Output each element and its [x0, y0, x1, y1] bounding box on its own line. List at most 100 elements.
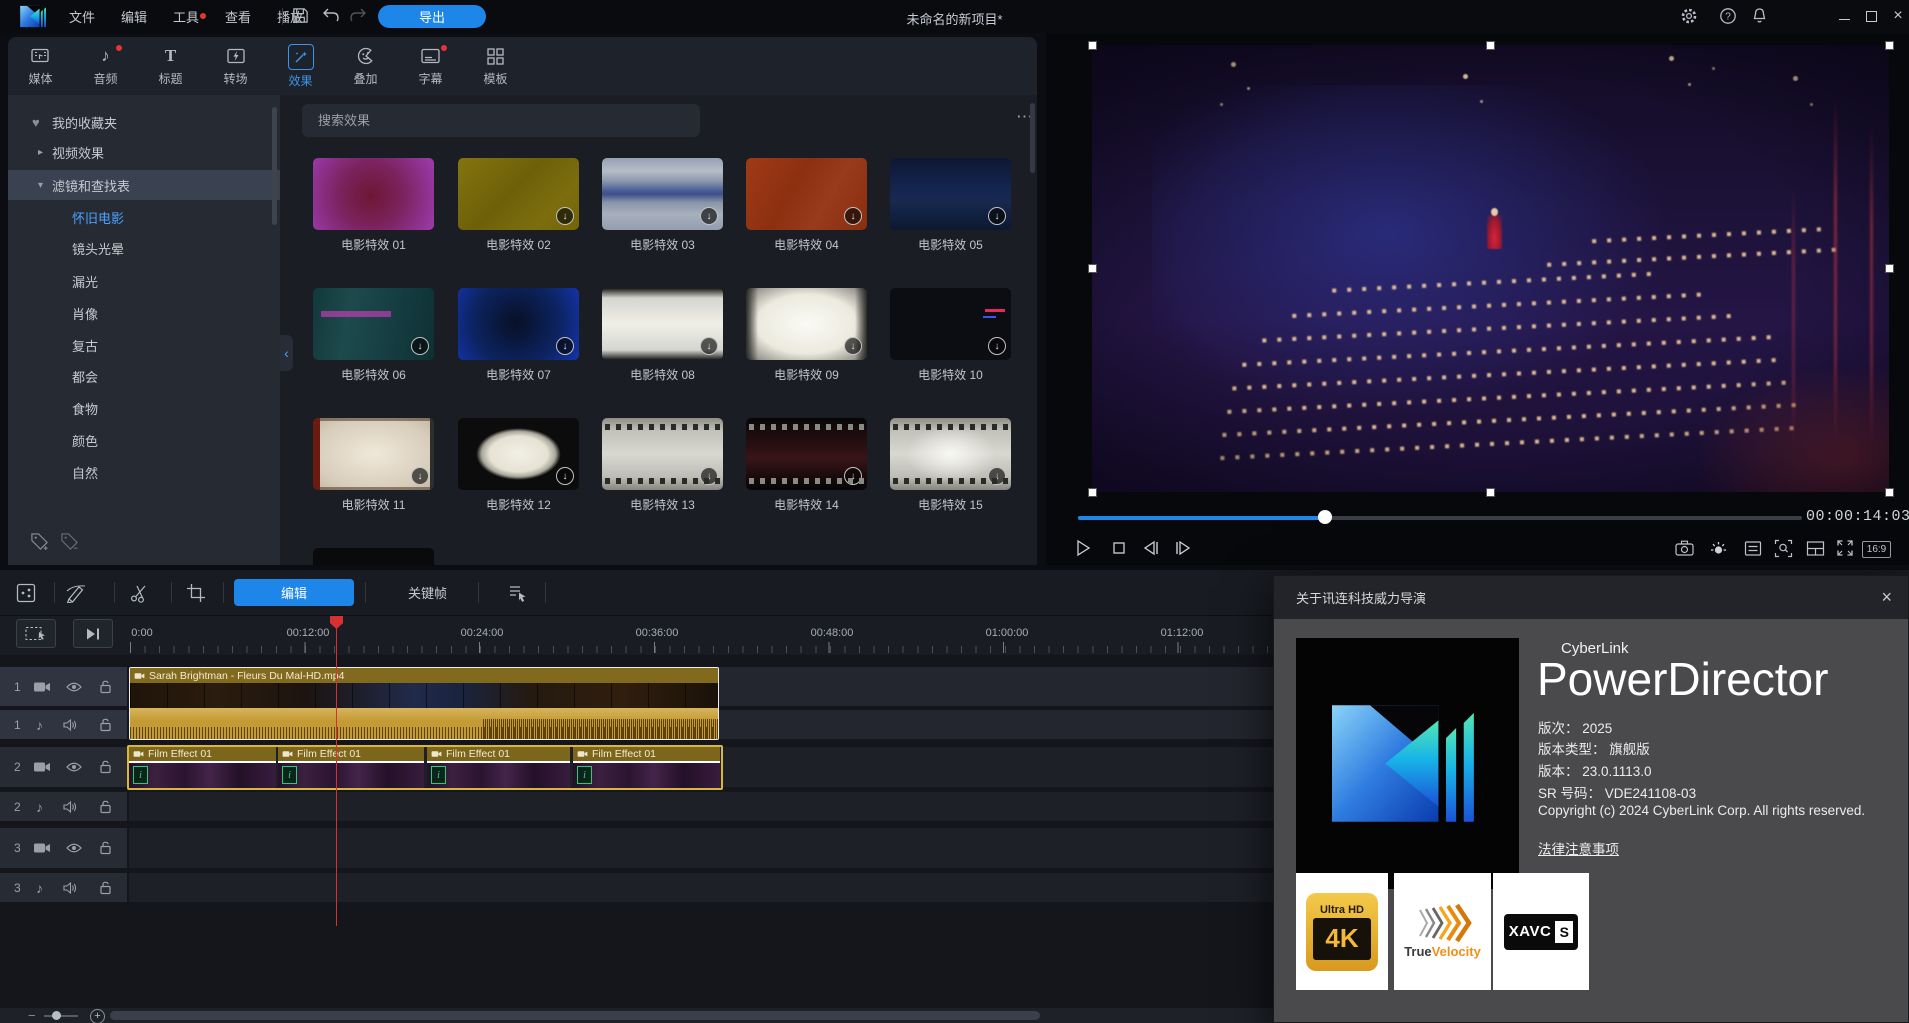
- sidebar-scrollbar[interactable]: [272, 107, 277, 225]
- effect-item[interactable]: ↓ 电影特效 14: [746, 418, 867, 513]
- search-input[interactable]: [302, 104, 700, 137]
- lock-icon[interactable]: [99, 718, 112, 732]
- sidebar-item-food[interactable]: 食物: [8, 393, 280, 423]
- sidebar-item-retro-film[interactable]: 怀旧电影: [8, 202, 280, 232]
- sidebar-item-color[interactable]: 颜色: [8, 425, 280, 455]
- speaker-icon[interactable]: [63, 719, 78, 731]
- sidebar-item-vintage[interactable]: 复古: [8, 330, 280, 360]
- sidebar-item-video-effects[interactable]: ▸ 视频效果: [8, 137, 280, 167]
- effect-item[interactable]: ↓ 电影特效 07: [458, 288, 579, 383]
- export-button[interactable]: 导出: [378, 5, 486, 28]
- effect-item[interactable]: ↓ 电影特效 08: [602, 288, 723, 383]
- sidebar-item-light-leak[interactable]: 漏光: [8, 266, 280, 296]
- effect-item[interactable]: ↓ 电影特效 15: [890, 418, 1011, 513]
- settings-gear-icon[interactable]: [1680, 7, 1698, 25]
- menu-edit[interactable]: 编辑: [108, 7, 160, 26]
- add-tag-icon[interactable]: [30, 532, 49, 551]
- effect-item[interactable]: ↓ 电影特效 05: [890, 158, 1011, 253]
- stop-button[interactable]: [1108, 537, 1130, 559]
- select-list-icon[interactable]: [505, 581, 529, 605]
- speaker-icon[interactable]: [63, 882, 78, 894]
- effect-clip[interactable]: Film Effect 01 i: [278, 747, 424, 788]
- menu-file[interactable]: 文件: [56, 7, 108, 26]
- lock-icon[interactable]: [99, 841, 112, 855]
- tab-title[interactable]: T 标题: [138, 37, 203, 95]
- zoom-out-icon[interactable]: −: [28, 1008, 36, 1023]
- sidebar-item-filters-luts[interactable]: ▾ 滤镜和查找表: [8, 170, 280, 200]
- track-header-audio-3[interactable]: 3 ♪: [0, 873, 127, 903]
- tab-transition[interactable]: 转场: [203, 37, 268, 95]
- effect-item[interactable]: ↓ 电影特效 06: [313, 288, 434, 383]
- redo-icon[interactable]: [349, 7, 367, 23]
- dialog-close-icon[interactable]: ×: [1881, 587, 1892, 607]
- tab-media[interactable]: 媒体: [8, 37, 73, 95]
- close-button[interactable]: ×: [1890, 9, 1906, 23]
- lock-icon[interactable]: [99, 760, 112, 774]
- horizontal-scrollbar[interactable]: [110, 1011, 1040, 1020]
- effect-item[interactable]: ↓ 电影特效 09: [746, 288, 867, 383]
- restore-button[interactable]: [1863, 9, 1879, 23]
- effect-item[interactable]: [313, 548, 434, 565]
- aspect-ratio-button[interactable]: 16:9: [1862, 541, 1891, 558]
- effect-item[interactable]: ↓ 电影特效 12: [458, 418, 579, 513]
- play-button[interactable]: [1072, 537, 1094, 559]
- menu-tools[interactable]: 工具: [160, 7, 212, 26]
- menu-view[interactable]: 查看: [212, 7, 264, 26]
- video-viewport[interactable]: [1092, 45, 1889, 492]
- sidebar-item-urban[interactable]: 都会: [8, 361, 280, 391]
- video-clip[interactable]: Sarah Brightman - Fleurs Du Mal-HD.mp4: [129, 667, 719, 740]
- collapse-sidebar-handle[interactable]: ‹: [280, 335, 293, 371]
- effect-item[interactable]: ↓ 电影特效 04: [746, 158, 867, 253]
- effect-item[interactable]: ↓ 电影特效 03: [602, 158, 723, 253]
- split-view-icon[interactable]: [1804, 537, 1826, 559]
- help-icon[interactable]: ?: [1719, 7, 1737, 25]
- seek-bar[interactable]: [1078, 516, 1802, 520]
- tab-audio[interactable]: ♪ 音频: [73, 37, 138, 95]
- keyframe-mode-button[interactable]: 关键帧: [385, 579, 470, 606]
- sidebar-item-favorites[interactable]: ♥ 我的收藏夹: [8, 107, 280, 137]
- range-select-button[interactable]: [16, 619, 56, 648]
- tab-effects[interactable]: 效果: [268, 37, 333, 95]
- crop-tool-icon[interactable]: [184, 581, 208, 605]
- playhead[interactable]: [336, 616, 337, 926]
- seek-handle[interactable]: [1318, 510, 1332, 524]
- effect-clip[interactable]: Film Effect 01 i: [427, 747, 570, 788]
- previous-frame-button[interactable]: [1140, 537, 1162, 559]
- selection-handle[interactable]: [1088, 264, 1097, 273]
- jump-to-clip-button[interactable]: [73, 619, 113, 648]
- track-header-audio-2[interactable]: 2 ♪: [0, 792, 127, 822]
- lock-icon[interactable]: [99, 680, 112, 694]
- eye-icon[interactable]: [66, 762, 82, 772]
- timeline-zoom-handle[interactable]: [52, 1011, 61, 1020]
- selection-handle[interactable]: [1885, 488, 1894, 497]
- selection-handle[interactable]: [1486, 488, 1495, 497]
- effect-item[interactable]: ↓ 电影特效 11: [313, 418, 434, 513]
- minimize-button[interactable]: [1836, 9, 1852, 23]
- effect-item[interactable]: ↓ 电影特效 02: [458, 158, 579, 253]
- save-icon[interactable]: [292, 7, 309, 24]
- fullscreen-icon[interactable]: [1834, 537, 1856, 559]
- grid-scrollbar[interactable]: [1030, 103, 1035, 173]
- selection-handle[interactable]: [1885, 41, 1894, 50]
- track-header-video-3[interactable]: 3: [0, 828, 127, 869]
- zoom-in-icon[interactable]: +: [90, 1009, 105, 1023]
- effect-clip[interactable]: Film Effect 01 i: [573, 747, 720, 788]
- effect-item[interactable]: ↓ 电影特效 13: [602, 418, 723, 513]
- effect-clip[interactable]: Film Effect 01 i: [129, 747, 276, 788]
- sidebar-item-portrait[interactable]: 肖像: [8, 298, 280, 328]
- remove-tag-icon[interactable]: [60, 532, 79, 551]
- tab-subtitles[interactable]: 字幕: [398, 37, 463, 95]
- zoom-view-icon[interactable]: [1772, 537, 1794, 559]
- selection-handle[interactable]: [1486, 41, 1495, 50]
- timeline-zoom-slider[interactable]: [44, 1015, 78, 1017]
- track-header-audio-1[interactable]: 1 ♪: [0, 710, 127, 740]
- effect-item[interactable]: 电影特效 01: [313, 158, 434, 253]
- selection-handle[interactable]: [1885, 264, 1894, 273]
- edit-mode-button[interactable]: 编辑: [234, 579, 354, 606]
- tab-overlay[interactable]: 叠加: [333, 37, 398, 95]
- lock-icon[interactable]: [99, 881, 112, 895]
- eye-icon[interactable]: [66, 843, 82, 853]
- next-frame-button[interactable]: [1172, 537, 1194, 559]
- effect-item[interactable]: ↓ 电影特效 10: [890, 288, 1011, 383]
- eye-icon[interactable]: [66, 682, 82, 692]
